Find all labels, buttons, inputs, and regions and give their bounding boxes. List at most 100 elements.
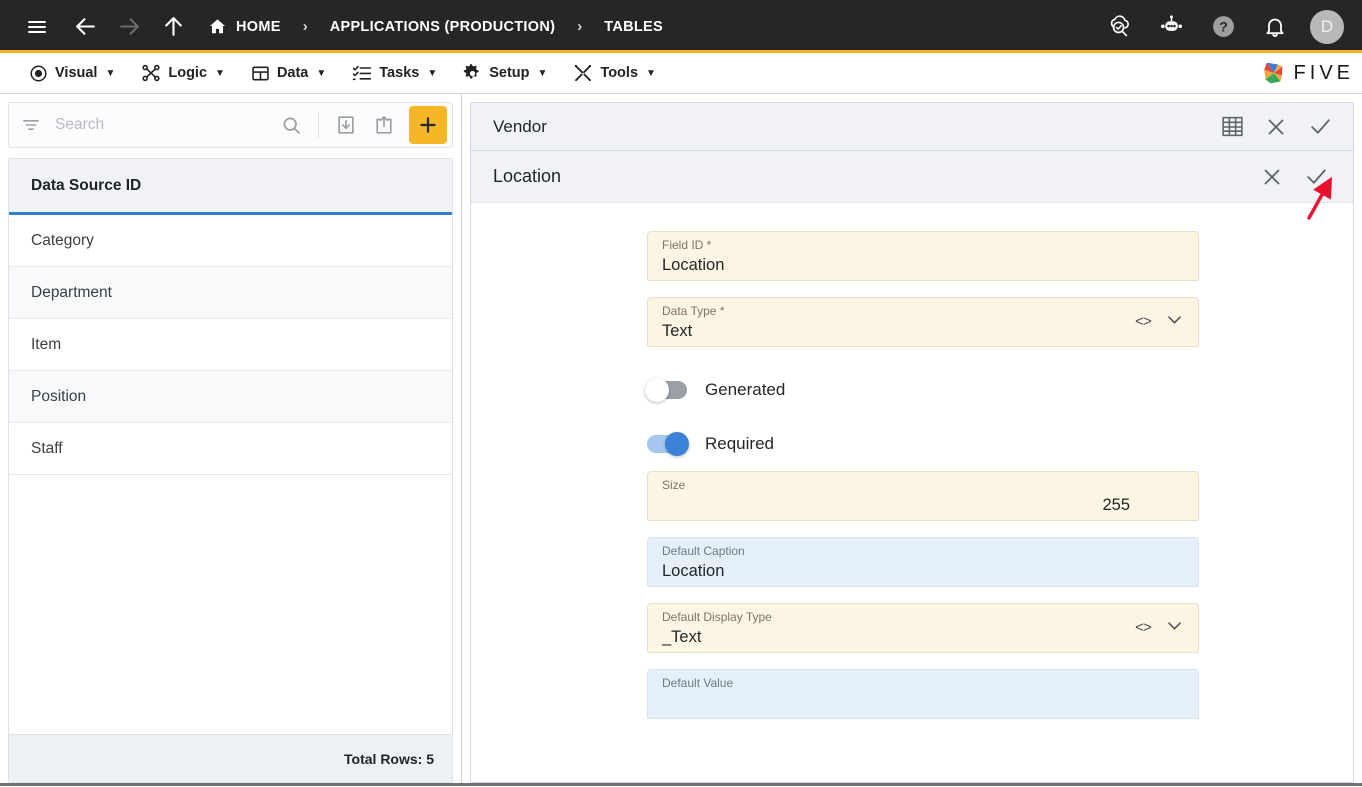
location-panel-actions (1257, 162, 1331, 192)
breadcrumb-item-tables[interactable]: TABLES (604, 19, 663, 35)
list-item-label: Staff (31, 439, 63, 457)
field-label: Default Display Type (662, 610, 772, 624)
default-display-type-select[interactable]: Default Display Type _Text <> (647, 603, 1199, 653)
search-icon[interactable] (274, 108, 308, 142)
generated-toggle-row: Generated (645, 363, 1199, 417)
arrow-right-icon[interactable] (112, 10, 146, 44)
field-value: Location (662, 256, 725, 274)
list-item[interactable]: Category (9, 215, 452, 267)
cloud-search-icon[interactable] (1102, 10, 1136, 44)
arrow-left-icon[interactable] (68, 10, 102, 44)
help-icon[interactable]: ? (1206, 10, 1240, 44)
chevron-down-icon: ▼ (215, 67, 225, 79)
sub-panel-title: Location (493, 166, 562, 186)
menu-item-tasks[interactable]: Tasks ▼ (339, 53, 450, 93)
eye-icon (29, 64, 48, 83)
code-editor-icon[interactable]: <> (1135, 314, 1152, 331)
chevron-down-icon: ▼ (646, 67, 656, 79)
chatbot-icon[interactable] (1154, 10, 1188, 44)
field-label: Field ID * (662, 238, 712, 252)
list-item[interactable]: Department (9, 267, 452, 319)
menu-label: Data (276, 65, 309, 81)
menu-item-setup[interactable]: Setup ▼ (450, 53, 560, 93)
menu-label: Tasks (379, 65, 420, 81)
toolbar-divider (318, 112, 319, 138)
field-properties-form: Field ID * Location Data Type * Text <> (471, 203, 1353, 782)
default-caption-input[interactable]: Default Caption Location (647, 537, 1199, 587)
toggle-knob (645, 378, 669, 402)
required-toggle-row: Required (647, 417, 1199, 471)
vendor-panel-actions (1217, 112, 1335, 142)
breadcrumb-item-applications[interactable]: APPLICATIONS (PRODUCTION) (330, 19, 556, 35)
chevron-down-icon: ▼ (105, 67, 116, 79)
menu-label: Setup (489, 65, 530, 81)
home-icon (208, 17, 227, 36)
menu-item-tools[interactable]: Tools ▼ (560, 53, 669, 93)
menu-label: Visual (55, 65, 98, 81)
breadcrumb-label: TABLES (604, 18, 663, 35)
sidebar: Data Source ID Category Department Item … (0, 94, 462, 783)
nodes-icon (141, 63, 161, 83)
chevron-down-icon: ▼ (316, 67, 327, 79)
list-item-label: Position (31, 387, 87, 405)
vendor-panel: Vendor Location Field ID * Location Data… (470, 102, 1354, 783)
list-item[interactable]: Position (9, 371, 452, 423)
close-icon[interactable] (1261, 112, 1291, 142)
required-toggle-label: Required (705, 434, 774, 453)
generated-toggle-label: Generated (705, 380, 786, 399)
hamburger-icon[interactable] (20, 10, 54, 44)
add-record-button[interactable] (409, 106, 447, 144)
export-icon[interactable] (367, 108, 401, 142)
breadcrumb-item-home[interactable]: HOME (208, 17, 281, 36)
table-icon (251, 64, 270, 83)
form-column: Field ID * Location Data Type * Text <> (645, 231, 1199, 735)
size-input[interactable]: Size 255 (647, 471, 1199, 521)
tools-icon (573, 63, 593, 83)
breadcrumb: HOME › APPLICATIONS (PRODUCTION) › TABLE… (208, 17, 663, 36)
application-menu-bar: Visual ▼ Logic ▼ Data ▼ Tasks ▼ Setup ▼ … (0, 53, 1362, 94)
location-field-panel: Location Field ID * Location Data Type *… (471, 150, 1353, 782)
field-value: Location (662, 562, 725, 580)
field-id-input[interactable]: Field ID * Location (647, 231, 1199, 281)
list-item[interactable]: Item (9, 319, 452, 371)
arrow-up-icon[interactable] (156, 10, 190, 44)
search-input[interactable] (45, 116, 270, 134)
toggle-knob (665, 432, 689, 456)
sub-panel-close-icon[interactable] (1257, 162, 1287, 192)
import-icon[interactable] (329, 108, 363, 142)
code-editor-icon[interactable]: <> (1135, 620, 1152, 637)
chevron-down-icon[interactable] (1165, 310, 1184, 334)
default-value-input[interactable]: Default Value (647, 669, 1199, 719)
generated-toggle[interactable] (645, 378, 687, 402)
sidebar-search-bar (8, 102, 453, 148)
menu-label: Tools (600, 65, 639, 81)
checklist-icon (352, 63, 372, 83)
field-value: _Text (662, 628, 702, 646)
field-label: Default Caption (662, 544, 745, 558)
avatar[interactable]: D (1310, 9, 1344, 44)
menu-item-logic[interactable]: Logic ▼ (128, 53, 238, 93)
sub-panel-confirm-check-icon[interactable] (1301, 162, 1331, 192)
field-trailing-icons: <> (1135, 616, 1184, 640)
field-label: Size (662, 478, 686, 492)
breadcrumb-separator: › (577, 18, 583, 35)
data-source-list: Data Source ID Category Department Item … (8, 158, 453, 783)
five-logo: FIVE (1261, 60, 1354, 86)
field-value: Text (662, 322, 693, 340)
menu-item-visual[interactable]: Visual ▼ (16, 53, 128, 93)
top-navigation-bar: HOME › APPLICATIONS (PRODUCTION) › TABLE… (0, 0, 1362, 53)
notifications-bell-icon[interactable] (1258, 10, 1292, 44)
filter-icon[interactable] (21, 115, 41, 135)
list-column-header[interactable]: Data Source ID (9, 159, 452, 215)
confirm-check-icon[interactable] (1305, 112, 1335, 142)
required-toggle[interactable] (647, 432, 689, 456)
topbar-actions: ? D (1102, 9, 1344, 44)
list-item[interactable]: Staff (9, 423, 452, 475)
chevron-down-icon[interactable] (1165, 616, 1184, 640)
menu-item-data[interactable]: Data ▼ (238, 53, 339, 93)
svg-text:?: ? (1219, 19, 1228, 35)
field-value: 255 (1102, 496, 1130, 514)
data-type-select[interactable]: Data Type * Text <> (647, 297, 1199, 347)
breadcrumb-label: APPLICATIONS (PRODUCTION) (329, 18, 556, 35)
grid-view-icon[interactable] (1217, 112, 1247, 142)
